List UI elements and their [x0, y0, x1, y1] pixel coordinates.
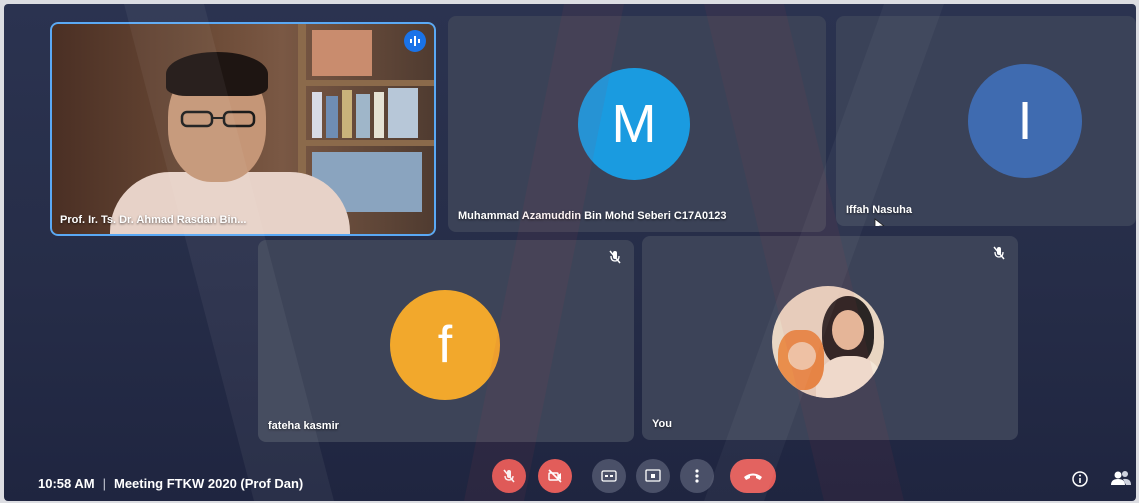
- bookshelf-board: [306, 140, 436, 146]
- more-vert-icon: [695, 469, 699, 483]
- info-icon[interactable]: [1072, 471, 1088, 487]
- participant-tile-presenter[interactable]: Prof. Ir. Ts. Dr. Ahmad Rasdan Bin...: [50, 22, 436, 236]
- book: [388, 88, 418, 138]
- book: [374, 92, 384, 138]
- participant-tile-fateha[interactable]: f fateha kasmir: [258, 240, 634, 442]
- profile-photo: [772, 286, 884, 398]
- mic-off-icon: [503, 469, 515, 483]
- hang-up-icon: [744, 473, 762, 480]
- meeting-info: 10:58 AM | Meeting FTKW 2020 (Prof Dan): [38, 476, 303, 491]
- avatar: I: [968, 64, 1082, 178]
- mic-muted-icon: [609, 250, 621, 264]
- end-call-button[interactable]: [730, 459, 776, 493]
- participant-tile-you[interactable]: You: [642, 236, 1018, 440]
- glasses: [180, 110, 256, 128]
- participant-tile-iffah[interactable]: I Iffah Nasuha: [836, 16, 1136, 226]
- meeting-title: Meeting FTKW 2020 (Prof Dan): [114, 476, 304, 491]
- participant-name: Prof. Ir. Ts. Dr. Ahmad Rasdan Bin...: [60, 214, 247, 226]
- presenter-body: [110, 172, 350, 236]
- people-icon[interactable]: [1110, 469, 1132, 487]
- meeting-time: 10:58 AM: [38, 476, 95, 491]
- participant-name: You: [652, 418, 672, 430]
- bookshelf-board: [306, 80, 436, 86]
- avatar-initial: f: [437, 316, 453, 374]
- avatar: f: [390, 290, 500, 400]
- speaking-indicator-icon: [404, 30, 426, 52]
- participant-tile-muhammad[interactable]: M Muhammad Azamuddin Bin Mohd Seberi C17…: [448, 16, 826, 232]
- camera-toggle-button[interactable]: [538, 459, 572, 493]
- camera-off-icon: [548, 469, 562, 483]
- mic-muted-icon: [993, 246, 1005, 260]
- participant-name: fateha kasmir: [268, 420, 339, 432]
- book: [342, 90, 352, 138]
- meet-window: Prof. Ir. Ts. Dr. Ahmad Rasdan Bin... M …: [4, 4, 1136, 501]
- avatar-initial: I: [1017, 91, 1033, 151]
- participant-name: Muhammad Azamuddin Bin Mohd Seberi C17A0…: [458, 210, 727, 222]
- captions-icon: [601, 470, 617, 482]
- presenter-hair: [166, 52, 268, 96]
- book: [326, 96, 338, 138]
- avatar-initial: M: [611, 94, 657, 154]
- separator: |: [102, 476, 106, 491]
- more-options-button[interactable]: [680, 459, 714, 493]
- participant-name: Iffah Nasuha: [846, 204, 913, 216]
- book: [312, 92, 322, 138]
- mouse-cursor-icon: [874, 218, 885, 226]
- avatar: M: [578, 68, 690, 180]
- microphone-toggle-button[interactable]: [492, 459, 526, 493]
- book: [312, 30, 372, 76]
- book: [356, 94, 370, 138]
- present-screen-icon: [645, 469, 661, 482]
- captions-button[interactable]: [592, 459, 626, 493]
- present-now-button[interactable]: [636, 459, 670, 493]
